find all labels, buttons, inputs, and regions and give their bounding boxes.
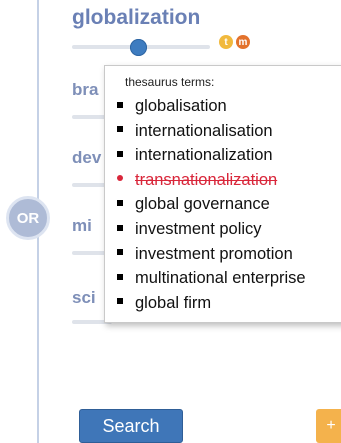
thesaurus-term-label: internationalisation [135, 121, 273, 140]
bullet-icon [117, 200, 123, 207]
thesaurus-term-list: globalisation internationalisation inter… [117, 94, 306, 315]
thesaurus-term-item[interactable]: internationalization [117, 143, 306, 168]
search-button[interactable]: Search [79, 409, 183, 443]
term-weight-slider-thumb[interactable] [130, 39, 147, 56]
bullet-icon [117, 126, 123, 133]
thesaurus-term-item-removed[interactable]: transnationalization [117, 168, 306, 193]
add-term-button[interactable]: + [316, 409, 341, 443]
bullet-icon [117, 273, 123, 280]
more-options-button[interactable]: m [236, 35, 250, 49]
thesaurus-term-label: global firm [135, 293, 212, 312]
bullet-icon [117, 298, 123, 305]
thesaurus-term-item[interactable]: multinational enterprise [117, 266, 306, 291]
thesaurus-term-item[interactable]: global firm [117, 291, 306, 316]
thesaurus-toggle-button[interactable]: t [219, 35, 233, 49]
term-title: mi [72, 216, 92, 235]
thesaurus-term-label: transnationalization [135, 170, 278, 189]
bullet-icon [117, 249, 123, 256]
term-title: bra [72, 80, 99, 99]
thesaurus-term-label: multinational enterprise [135, 269, 306, 288]
thesaurus-term-item[interactable]: investment promotion [117, 242, 306, 267]
term-title: dev [72, 148, 102, 167]
thesaurus-term-item[interactable]: globalisation [117, 94, 306, 119]
thesaurus-term-label: global governance [135, 195, 270, 214]
bullet-icon [117, 150, 123, 157]
thesaurus-term-label: investment promotion [135, 244, 293, 263]
bullet-icon [117, 101, 123, 108]
term-title: globalization [72, 6, 201, 29]
bullet-icon [117, 224, 123, 231]
thesaurus-popup: thesaurus terms: globalisation internati… [104, 65, 341, 323]
term-title: sci [72, 288, 96, 307]
thesaurus-term-label: internationalization [135, 146, 273, 165]
thesaurus-term-item[interactable]: global governance [117, 192, 306, 217]
thesaurus-term-item[interactable]: internationalisation [117, 119, 306, 144]
bullet-icon [117, 175, 123, 182]
popup-header: thesaurus terms: [125, 75, 215, 89]
thesaurus-term-item[interactable]: investment policy [117, 217, 306, 242]
or-connector[interactable]: OR [6, 196, 50, 240]
thesaurus-term-label: investment policy [135, 219, 262, 238]
thesaurus-term-label: globalisation [135, 97, 227, 115]
